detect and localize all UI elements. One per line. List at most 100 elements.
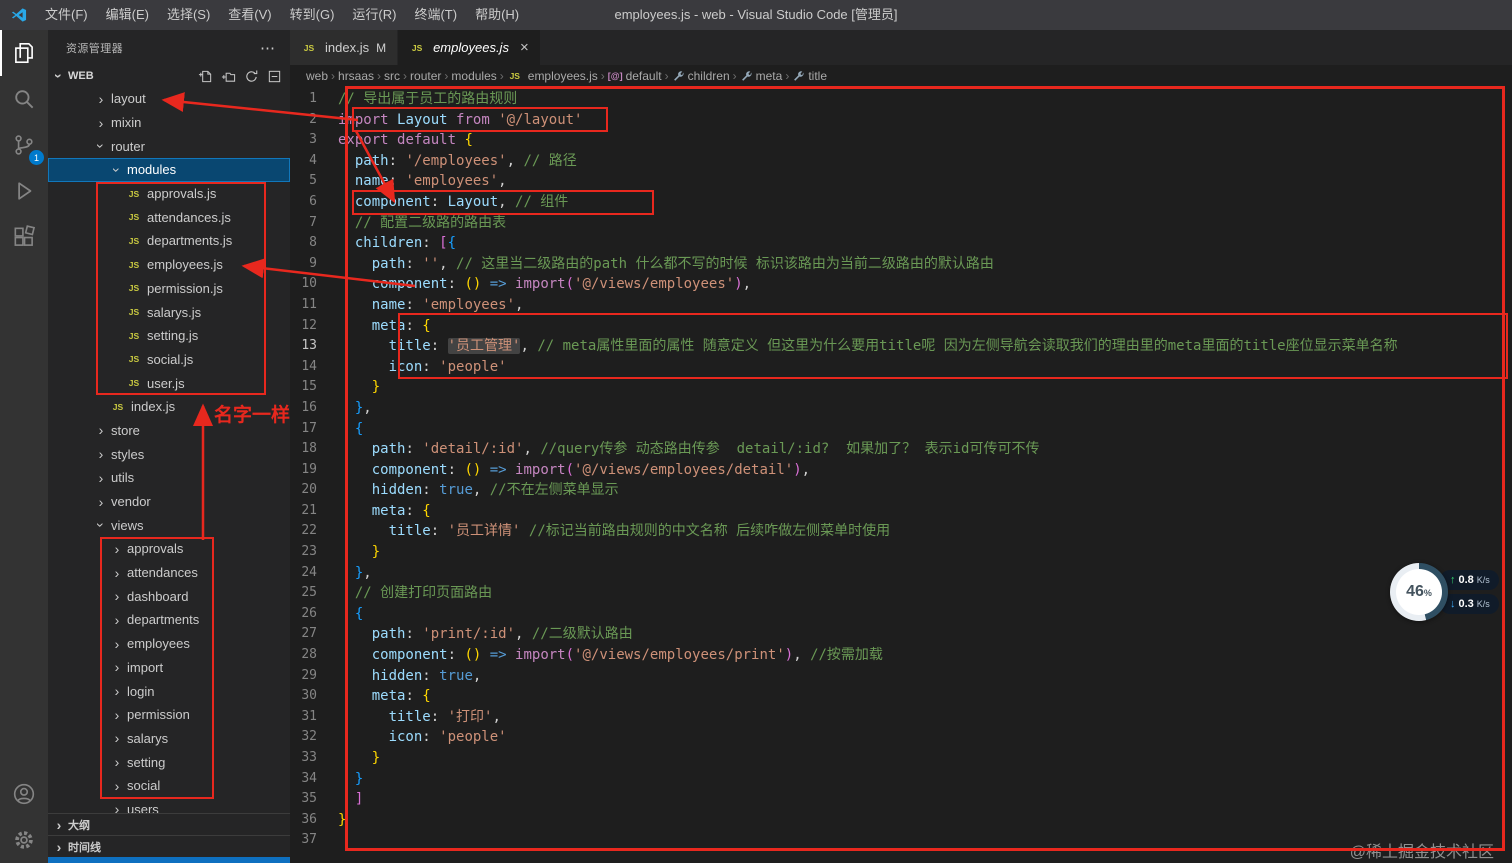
breadcrumb-title[interactable]: title [792, 69, 827, 83]
tree-item-departments-js[interactable]: JS departments.js [48, 229, 290, 253]
tree-item-departments[interactable]: › departments [48, 608, 290, 632]
tree-item-label: login [127, 683, 155, 699]
tree-item-label: permission.js [147, 280, 223, 296]
tree-item-setting[interactable]: › setting [48, 750, 290, 774]
upload-speed: ↑ 0.8 K/s [1440, 570, 1499, 590]
tree-item-permission-js[interactable]: JS permission.js [48, 277, 290, 301]
speed-ring: 46% [1390, 563, 1448, 621]
tree-item-approvals[interactable]: › approvals [48, 537, 290, 561]
breadcrumb-src[interactable]: src [384, 69, 400, 83]
tree-item-salarys-js[interactable]: JS salarys.js [48, 300, 290, 324]
tree-item-social[interactable]: › social [48, 774, 290, 798]
js-file-icon: JS [128, 307, 140, 318]
code-text: meta: { [371, 317, 431, 334]
tree-item-mixin[interactable]: › mixin [48, 111, 290, 135]
code-line: 11 name: 'employees', [290, 295, 1512, 316]
symbol-property-icon [672, 70, 685, 83]
line-number: 18 [301, 441, 317, 457]
git-status-badge: M [376, 40, 387, 55]
tree-item-views[interactable]: › views [48, 513, 290, 537]
pane-outline[interactable]: › 大纲 [48, 813, 290, 835]
breadcrumb-modules[interactable]: modules [451, 69, 496, 83]
tree-item-employees-js[interactable]: JS employees.js [48, 253, 290, 277]
line-number: 34 [301, 770, 317, 786]
tree-item-vendor[interactable]: › vendor [48, 490, 290, 514]
tree-item-store[interactable]: › store [48, 419, 290, 443]
line-number: 15 [301, 379, 317, 395]
line-number: 11 [301, 296, 317, 312]
tree-item-user-js[interactable]: JS user.js [48, 371, 290, 395]
menu-view[interactable]: 查看(V) [219, 0, 280, 30]
section-web[interactable]: › WEB [48, 65, 290, 87]
chevron-right-icon: › [499, 69, 504, 83]
tree-item-attendances[interactable]: › attendances [48, 561, 290, 585]
activity-item-extensions[interactable] [0, 214, 48, 260]
menu-edit[interactable]: 编辑(E) [97, 0, 158, 30]
menu-help[interactable]: 帮助(H) [466, 0, 528, 30]
activity-item-settings[interactable] [0, 817, 48, 863]
activity-item-run-debug[interactable] [0, 168, 48, 214]
menu-run[interactable]: 运行(R) [343, 0, 405, 30]
file-tree: › layout › mixin › router › modules JS approvals.… [48, 87, 290, 813]
menu-terminal[interactable]: 终端(T) [405, 0, 466, 30]
menu-bar: 文件(F) 编辑(E) 选择(S) 查看(V) 转到(G) 运行(R) 终端(T) 帮助(H) [36, 0, 528, 30]
speed-pills: ↑ 0.8 K/s ↓ 0.3 K/s [1440, 570, 1499, 614]
breadcrumb-default[interactable]: [@] default [608, 69, 662, 83]
tab-index-js[interactable]: JS index.js M [290, 30, 399, 65]
tree-item-attendances-js[interactable]: JS attendances.js [48, 205, 290, 229]
tree-item-permission[interactable]: › permission [48, 703, 290, 727]
tree-item-users[interactable]: › users [48, 798, 290, 813]
breadcrumb-web[interactable]: web [306, 69, 328, 83]
tree-item-login[interactable]: › login [48, 679, 290, 703]
tree-item-social-js[interactable]: JS social.js [48, 348, 290, 372]
breadcrumb-hrsaas[interactable]: hrsaas [338, 69, 374, 83]
activity-item-account[interactable] [0, 771, 48, 817]
menu-go[interactable]: 转到(G) [281, 0, 344, 30]
line-number: 20 [301, 482, 317, 498]
new-file-icon[interactable] [198, 69, 213, 84]
activity-item-explorer[interactable] [0, 30, 48, 76]
chevron-right-icon: › [98, 114, 104, 131]
breadcrumb-employees-js[interactable]: JS employees.js [507, 69, 598, 83]
activity-item-search[interactable] [0, 76, 48, 122]
speed-widget[interactable]: 46% ↑ 0.8 K/s ↓ 0.3 K/s [1390, 563, 1499, 621]
tree-item-index-js[interactable]: JS index.js [48, 395, 290, 419]
tree-item-utils[interactable]: › utils [48, 466, 290, 490]
down-arrow-icon: ↓ [1450, 598, 1456, 610]
breadcrumb-meta[interactable]: meta [740, 69, 782, 83]
menu-selection[interactable]: 选择(S) [158, 0, 219, 30]
tree-item-router[interactable]: › router [48, 134, 290, 158]
tree-item-employees[interactable]: › employees [48, 632, 290, 656]
tree-item-salarys[interactable]: › salarys [48, 727, 290, 751]
line-number: 29 [301, 667, 317, 683]
tree-item-import[interactable]: › import [48, 656, 290, 680]
tree-item-dashboard[interactable]: › dashboard [48, 584, 290, 608]
menu-file[interactable]: 文件(F) [36, 0, 97, 30]
tree-item-layout[interactable]: › layout [48, 87, 290, 111]
close-icon[interactable]: × [520, 40, 529, 55]
tree-item-styles[interactable]: › styles [48, 442, 290, 466]
code-line: 19 component: () => import('@/views/empl… [290, 460, 1512, 481]
activity-item-source-control[interactable]: 1 [0, 122, 48, 168]
tree-item-setting-js[interactable]: JS setting.js [48, 324, 290, 348]
js-file-icon: JS [128, 259, 140, 270]
collapse-all-icon[interactable] [267, 69, 282, 84]
tree-item-approvals-js[interactable]: JS approvals.js [48, 182, 290, 206]
code-text: hidden: true, [371, 667, 482, 684]
chevron-right-icon: › [98, 446, 104, 463]
new-folder-icon[interactable] [221, 69, 236, 84]
code-text: // 配置二级路的路由表 [354, 214, 507, 231]
pane-timeline[interactable]: › 时间线 [48, 835, 290, 857]
more-actions-icon[interactable]: ⋯ [260, 39, 276, 57]
refresh-icon[interactable] [244, 69, 259, 84]
breadcrumb-children[interactable]: children [672, 69, 730, 83]
tab-employees-js[interactable]: JS employees.js × [398, 30, 541, 65]
tree-item-label: permission [127, 707, 190, 723]
tree-item-label: user.js [147, 375, 185, 391]
tree-item-modules[interactable]: › modules [48, 158, 290, 182]
code-text: path: '', // 这里当二级路由的path 什么都不写的时候 标识该路由… [371, 255, 994, 272]
tree-item-label: dashboard [127, 588, 189, 604]
breadcrumb-router[interactable]: router [410, 69, 441, 83]
code-editor[interactable]: 1 // 导出属于员工的路由规则 2 import Layout from '@/la… [290, 87, 1512, 863]
tree-item-label: attendances [127, 565, 198, 581]
